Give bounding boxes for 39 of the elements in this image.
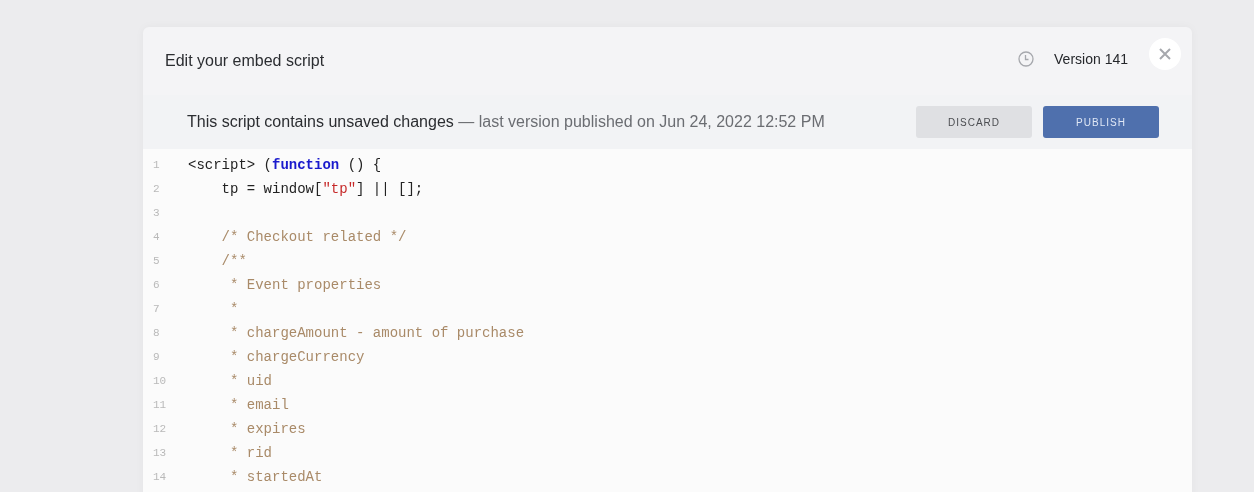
code-comment: * expires bbox=[229, 421, 306, 437]
code-comment: * email bbox=[229, 397, 289, 413]
line-number: 11 bbox=[152, 399, 168, 411]
code-text: () { bbox=[346, 157, 382, 173]
line-number: 1 bbox=[152, 159, 161, 171]
line-number: 14 bbox=[152, 471, 168, 483]
dialog-title: Edit your embed script bbox=[165, 52, 326, 70]
line-number: 13 bbox=[152, 447, 168, 459]
line-number: 12 bbox=[152, 423, 168, 435]
line-number: 2 bbox=[152, 183, 161, 195]
code-comment: * chargeCurrency bbox=[229, 349, 365, 365]
code-comment: * startedAt bbox=[229, 469, 323, 485]
close-icon bbox=[1158, 47, 1172, 61]
code-comment: /* Checkout related */ bbox=[220, 229, 407, 245]
code-comment: * Event properties bbox=[229, 277, 382, 293]
line-number: 3 bbox=[152, 207, 161, 219]
code-comment: * rid bbox=[229, 445, 272, 461]
version-label: Version 141 bbox=[1054, 51, 1128, 67]
unsaved-message: This script contains unsaved changes — last version published on Jun 24, 2022 12:52 PM bbox=[187, 113, 826, 131]
close-button[interactable] bbox=[1149, 38, 1181, 70]
code-comment: * chargeAmount - amount of purchase bbox=[229, 325, 525, 341]
discard-button[interactable]: DISCARD bbox=[916, 106, 1032, 138]
line-number: 10 bbox=[152, 375, 168, 387]
code-comment: * bbox=[229, 301, 239, 317]
code-string: "tp" bbox=[322, 181, 357, 197]
line-number: 6 bbox=[152, 279, 161, 291]
line-number: 4 bbox=[152, 231, 161, 243]
code-comment: * uid bbox=[229, 373, 272, 389]
code-text: ] || []; bbox=[356, 181, 424, 197]
publish-button[interactable]: PUBLISH bbox=[1043, 106, 1159, 138]
line-number: 5 bbox=[152, 255, 161, 267]
line-number: 8 bbox=[152, 327, 161, 339]
line-number: 7 bbox=[152, 303, 161, 315]
code-text: <script> ( bbox=[188, 157, 272, 173]
clock-icon[interactable] bbox=[1018, 51, 1035, 67]
code-keyword: function bbox=[272, 157, 340, 173]
code-text: tp = window[ bbox=[220, 181, 323, 197]
code-comment: /** bbox=[220, 253, 247, 269]
line-number: 9 bbox=[152, 351, 161, 363]
